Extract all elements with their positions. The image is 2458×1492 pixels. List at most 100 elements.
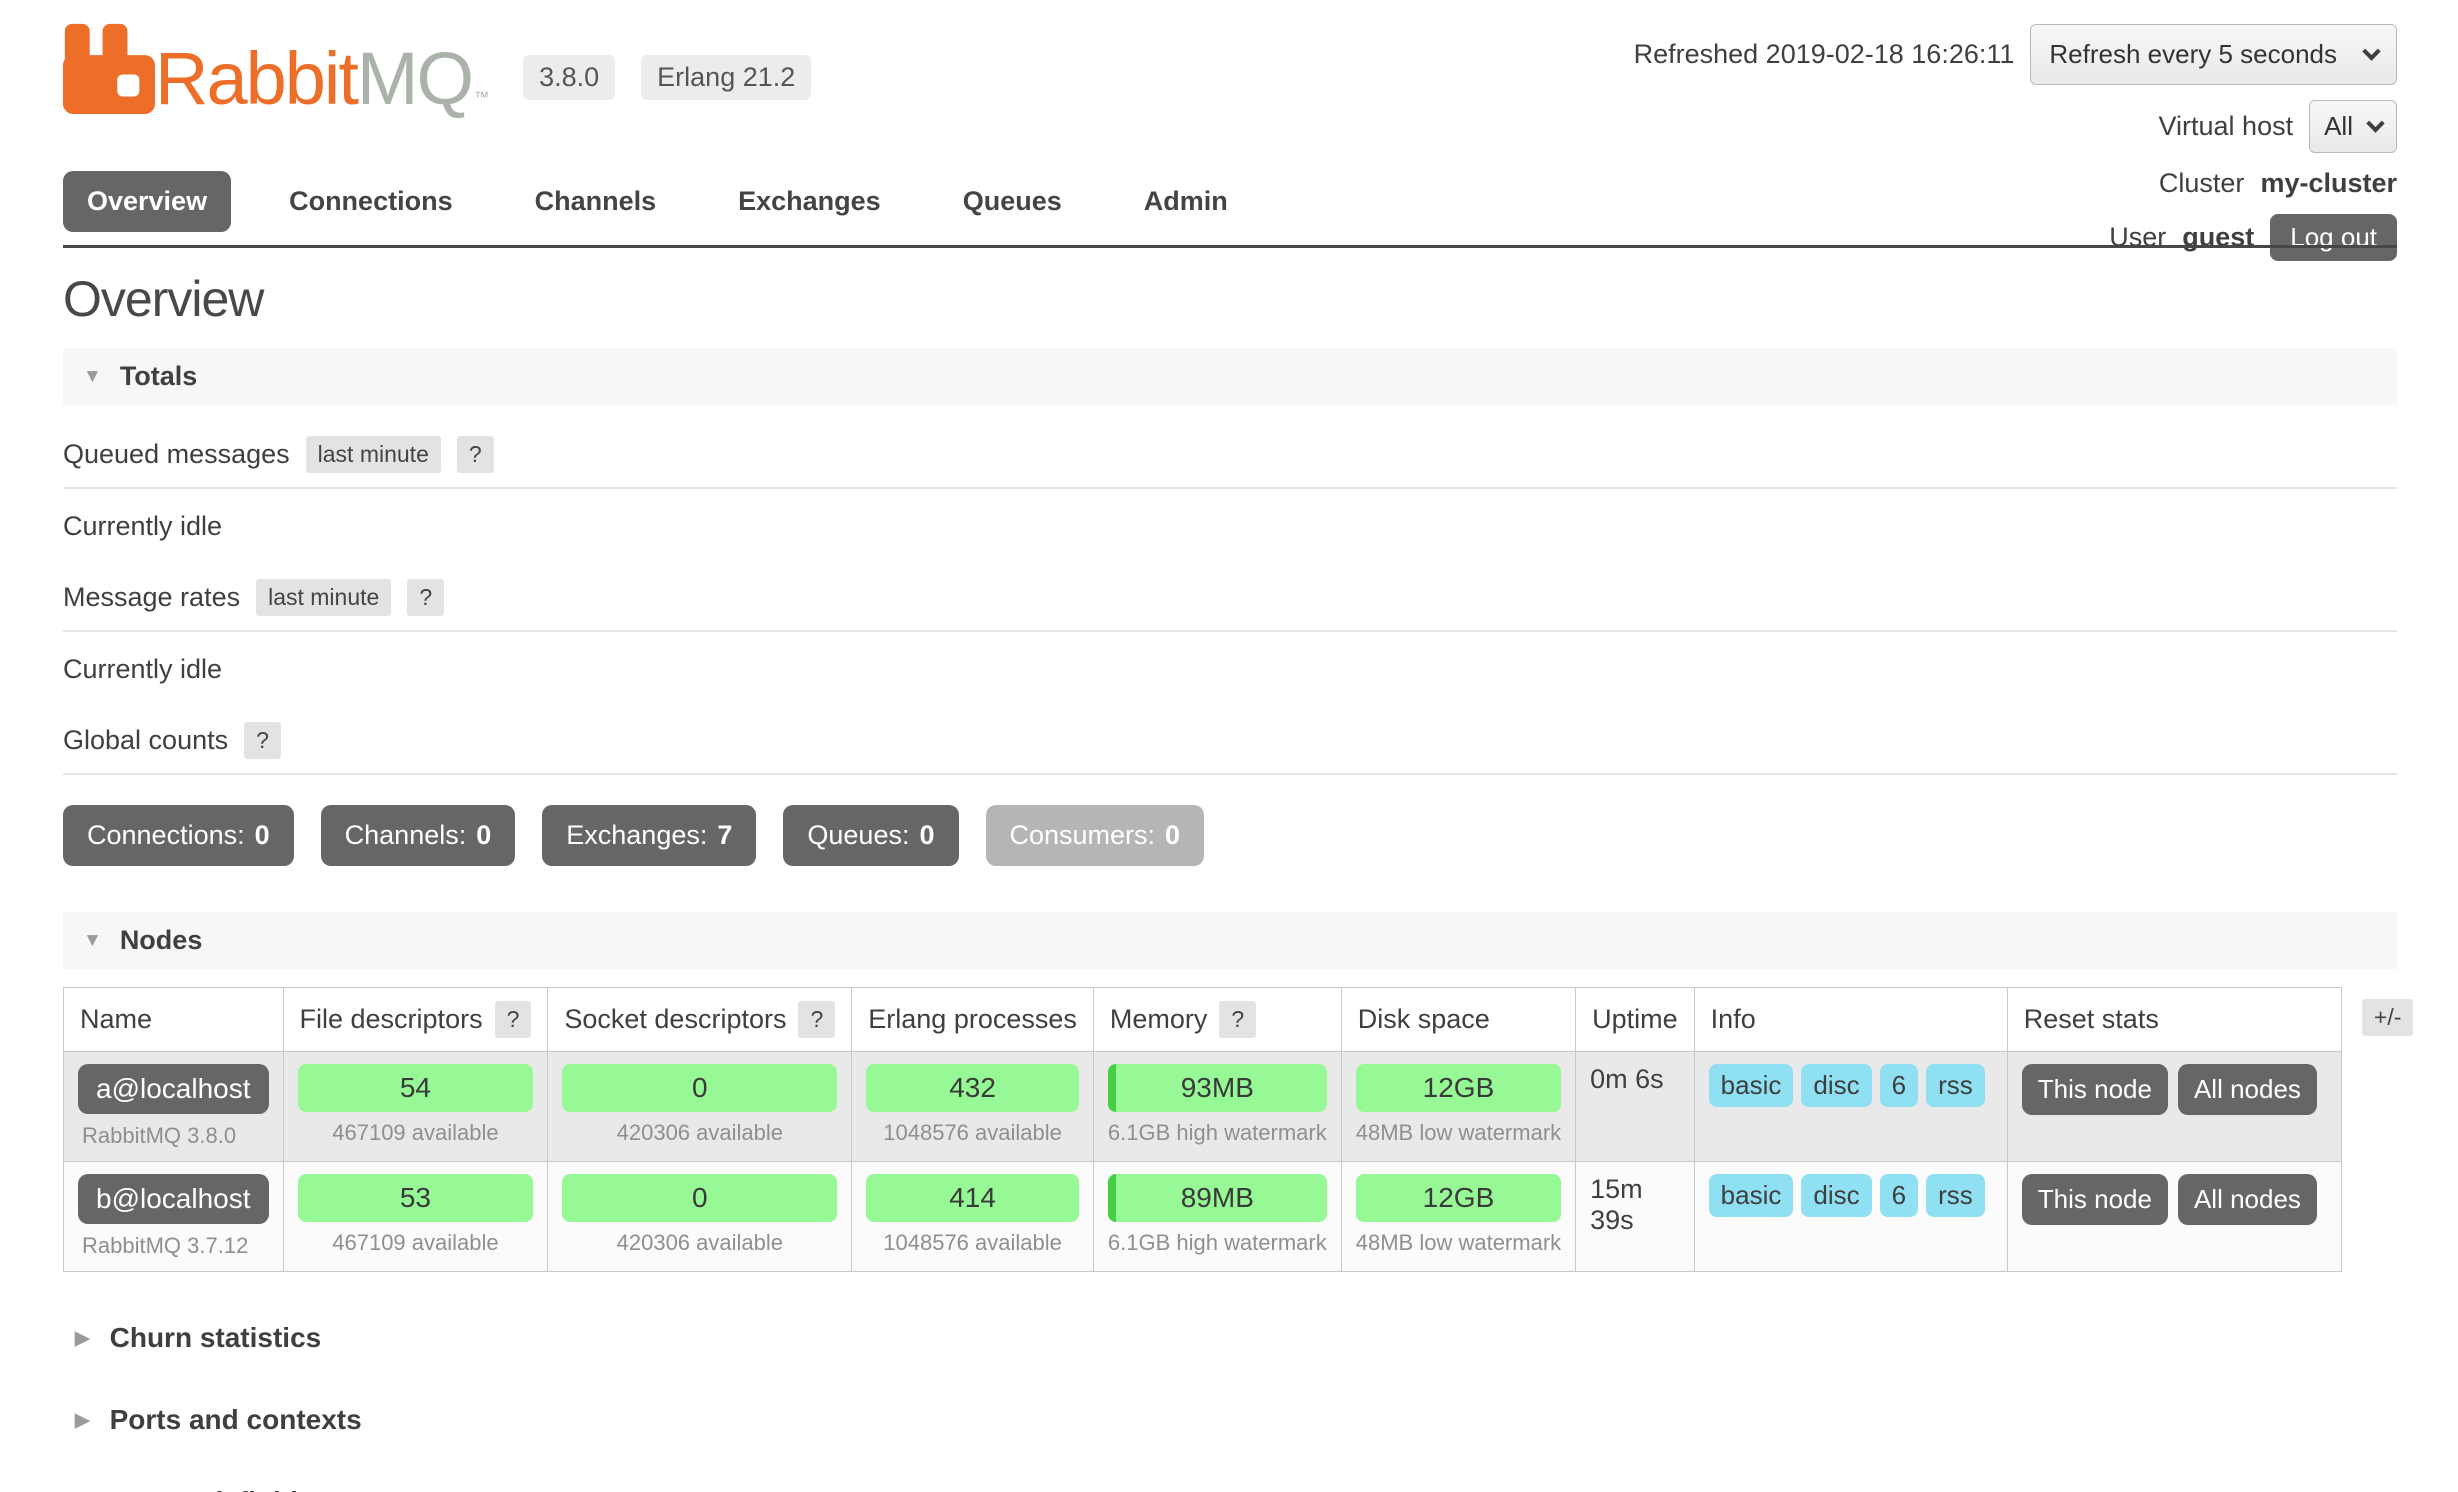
- info-cell: basicdisc6rss: [1694, 1052, 2007, 1162]
- triangle-down-icon: ▼: [83, 930, 102, 952]
- metric-value: 53: [298, 1174, 534, 1222]
- erlang-processes-cell: 432 1048576 available: [852, 1052, 1094, 1162]
- section-export-definitions[interactable]: ▶ Export definitions: [63, 1486, 2397, 1492]
- chevron-down-icon: [2366, 114, 2384, 132]
- virtual-host-label: Virtual host: [2159, 111, 2294, 142]
- col-erlang-processes: Erlang processes: [852, 988, 1094, 1052]
- tab-queues[interactable]: Queues: [939, 171, 1086, 232]
- info-tag-basic: basic: [1709, 1064, 1794, 1107]
- reset-stats-cell: This nodeAll nodes: [2007, 1162, 2341, 1272]
- global-counts-row: Global counts ?: [63, 709, 2397, 775]
- help-icon[interactable]: ?: [407, 579, 444, 616]
- triangle-right-icon: ▶: [75, 1327, 90, 1350]
- page-header: RabbitMQ ™ 3.8.0 Erlang 21.2 Refreshed 2…: [0, 0, 2458, 248]
- info-cell: basicdisc6rss: [1694, 1162, 2007, 1272]
- metric-value: 54: [298, 1064, 534, 1112]
- rabbitmq-logo[interactable]: RabbitMQ ™ 3.8.0 Erlang 21.2: [63, 22, 811, 114]
- section-totals[interactable]: ▼ Totals: [63, 348, 2397, 405]
- col-memory: Memory?: [1093, 988, 1341, 1052]
- tab-connections[interactable]: Connections: [265, 171, 477, 232]
- rabbitmq-version-badge: 3.8.0: [523, 55, 615, 100]
- channels-count-badge[interactable]: Channels:0: [321, 805, 516, 866]
- user-name: guest: [2182, 222, 2254, 253]
- section-totals-title: Totals: [120, 361, 198, 392]
- queues-count-badge[interactable]: Queues:0: [783, 805, 958, 866]
- section-nodes-title: Nodes: [120, 925, 203, 956]
- help-icon[interactable]: ?: [1219, 1001, 1256, 1038]
- metric-value: 93MB: [1108, 1064, 1327, 1112]
- uptime-cell: 0m 6s: [1576, 1052, 1695, 1162]
- message-rates-label: Message rates: [63, 582, 240, 613]
- metric-value: 414: [866, 1174, 1079, 1222]
- global-count-badges: Connections:0 Channels:0 Exchanges:7 Que…: [63, 805, 2397, 866]
- info-tag-rss: rss: [1926, 1064, 1985, 1107]
- section-nodes[interactable]: ▼ Nodes: [63, 912, 2397, 969]
- column-toggle-badge[interactable]: +/-: [2362, 999, 2413, 1036]
- queued-messages-row: Queued messages last minute ?: [63, 423, 2397, 489]
- chevron-down-icon: [2362, 42, 2380, 60]
- col-disk-space: Disk space: [1341, 988, 1575, 1052]
- metric-value: 0: [562, 1064, 837, 1112]
- user-label: User: [2109, 222, 2166, 253]
- metric-value: 432: [866, 1064, 1079, 1112]
- help-icon[interactable]: ?: [495, 1001, 532, 1038]
- consumers-count-badge: Consumers:0: [986, 805, 1205, 866]
- refreshed-timestamp: Refreshed 2019-02-18 16:26:11: [1634, 39, 2015, 70]
- help-icon[interactable]: ?: [798, 1001, 835, 1038]
- exchanges-count-badge[interactable]: Exchanges:7: [542, 805, 756, 866]
- message-rates-range-badge[interactable]: last minute: [256, 579, 391, 616]
- socket-descriptors-cell: 0 420306 available: [548, 1052, 852, 1162]
- reset-all-nodes-button[interactable]: All nodes: [2178, 1064, 2317, 1115]
- node-name-cell: b@localhost RabbitMQ 3.7.12: [64, 1162, 284, 1272]
- reset-all-nodes-button[interactable]: All nodes: [2178, 1174, 2317, 1225]
- help-icon[interactable]: ?: [244, 722, 281, 759]
- section-churn-statistics[interactable]: ▶ Churn statistics: [63, 1322, 2397, 1354]
- tab-exchanges[interactable]: Exchanges: [714, 171, 905, 232]
- metric-value: 12GB: [1356, 1064, 1561, 1112]
- metric-value: 12GB: [1356, 1174, 1561, 1222]
- rabbitmq-rabbit-icon: [63, 22, 155, 114]
- triangle-down-icon: ▼: [83, 366, 102, 388]
- queued-messages-label: Queued messages: [63, 439, 290, 470]
- node-name-badge[interactable]: b@localhost: [78, 1174, 269, 1224]
- reset-this-node-button[interactable]: This node: [2022, 1174, 2168, 1225]
- header-status-area: Refreshed 2019-02-18 16:26:11 Refresh ev…: [1634, 24, 2397, 261]
- cluster-name: my-cluster: [2260, 168, 2397, 199]
- tab-channels[interactable]: Channels: [511, 171, 681, 232]
- connections-count-badge[interactable]: Connections:0: [63, 805, 294, 866]
- memory-cell: 89MB 6.1GB high watermark: [1093, 1162, 1341, 1272]
- help-icon[interactable]: ?: [457, 436, 494, 473]
- table-header-row: Name File descriptors? Socket descriptor…: [64, 988, 2342, 1052]
- metric-value: 89MB: [1108, 1174, 1327, 1222]
- file-descriptors-cell: 54 467109 available: [283, 1052, 548, 1162]
- file-descriptors-cell: 53 467109 available: [283, 1162, 548, 1272]
- queued-messages-range-badge[interactable]: last minute: [306, 436, 441, 473]
- info-tag-rss: rss: [1926, 1174, 1985, 1217]
- nodes-table: Name File descriptors? Socket descriptor…: [63, 987, 2342, 1272]
- header-divider: [63, 245, 2397, 248]
- node-row-a: a@localhost RabbitMQ 3.8.0 54 467109 ava…: [64, 1052, 2342, 1162]
- tab-admin[interactable]: Admin: [1120, 171, 1252, 232]
- memory-used-bar: [1108, 1174, 1116, 1222]
- node-name-cell: a@localhost RabbitMQ 3.8.0: [64, 1052, 284, 1162]
- col-uptime: Uptime: [1576, 988, 1695, 1052]
- uptime-cell: 15m 39s: [1576, 1162, 1695, 1272]
- virtual-host-select[interactable]: All: [2309, 100, 2397, 153]
- logout-button[interactable]: Log out: [2270, 214, 2397, 261]
- reset-this-node-button[interactable]: This node: [2022, 1064, 2168, 1115]
- info-tag-disc: disc: [1801, 1174, 1871, 1217]
- col-name: Name: [64, 988, 284, 1052]
- cluster-label: Cluster: [2159, 168, 2245, 199]
- node-version: RabbitMQ 3.8.0: [78, 1123, 269, 1149]
- section-ports-and-contexts[interactable]: ▶ Ports and contexts: [63, 1404, 2397, 1436]
- info-tag-disc: disc: [1801, 1064, 1871, 1107]
- disk-space-cell: 12GB 48MB low watermark: [1341, 1052, 1575, 1162]
- tab-overview[interactable]: Overview: [63, 171, 231, 232]
- refresh-interval-select[interactable]: Refresh every 5 seconds: [2030, 24, 2397, 85]
- erlang-version-badge: Erlang 21.2: [641, 55, 811, 100]
- memory-cell: 93MB 6.1GB high watermark: [1093, 1052, 1341, 1162]
- node-name-badge[interactable]: a@localhost: [78, 1064, 269, 1114]
- disk-space-cell: 12GB 48MB low watermark: [1341, 1162, 1575, 1272]
- main-content: Overview ▼ Totals Queued messages last m…: [0, 270, 2458, 1492]
- queued-messages-idle: Currently idle: [63, 489, 2397, 566]
